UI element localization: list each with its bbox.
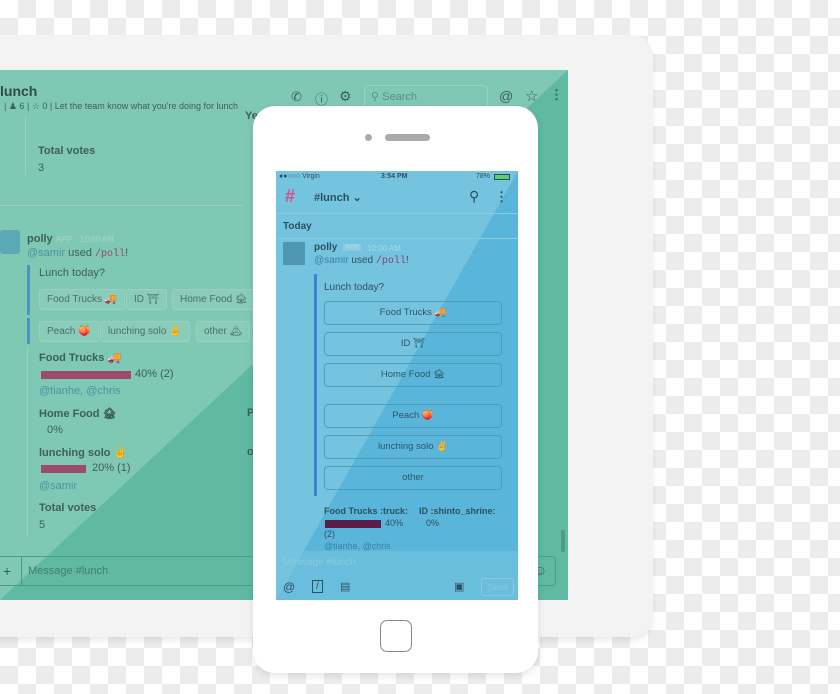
option-button[interactable]: Home Food 🏚 (172, 289, 256, 310)
camera-dot (365, 134, 372, 141)
result-percent: 0% (426, 518, 440, 528)
option-button[interactable]: lunching solo ✌ (324, 435, 502, 459)
option-button[interactable]: Food Trucks 🚚 (39, 289, 126, 310)
mention-icon[interactable]: @ (499, 88, 513, 104)
result-percent: 40% (2) (135, 368, 174, 380)
scrollbar[interactable] (561, 530, 565, 552)
timestamp: 10:00 AM (367, 244, 401, 253)
result-percent: 40% (385, 518, 404, 528)
message-bang: ! (125, 247, 129, 259)
battery-percent: 78% (476, 173, 491, 180)
result-label: ID :shinto_shrine: (419, 506, 496, 516)
result-voters: @tianhe, @chris (39, 385, 121, 397)
status-time: 3:54 PM (381, 173, 408, 180)
message-used: used (351, 255, 374, 266)
option-button[interactable]: Peach 🍑 (324, 404, 502, 428)
mention-icon[interactable]: @ (283, 580, 295, 594)
home-button[interactable] (380, 620, 412, 652)
result-bar (325, 520, 381, 528)
photo-icon[interactable]: ▣ (454, 580, 464, 593)
result-count: (2) (324, 529, 335, 539)
attachment-bar (25, 115, 26, 175)
slack-logo-icon[interactable]: # (285, 186, 295, 207)
result-label: Food Trucks 🚚 (39, 352, 122, 364)
composer-placeholder: Message #lunch (28, 565, 109, 577)
channel-topic: Let the team know what you're doing for … (54, 101, 239, 111)
result-voters: @samir (39, 480, 78, 492)
phone-call-icon[interactable]: ✆ (291, 89, 302, 105)
avatar[interactable] (283, 242, 305, 265)
attachment-bar (314, 274, 317, 496)
channel-title: lunch (0, 83, 38, 99)
more-icon[interactable]: ⋮ (495, 189, 508, 205)
speaker-grille (385, 134, 430, 141)
option-button[interactable]: lunching solo ✌ (100, 321, 190, 342)
option-button[interactable]: Food Trucks 🚚 (324, 301, 502, 325)
total-votes-label: Total votes (38, 145, 96, 157)
member-count: 6 (19, 101, 25, 111)
avatar[interactable] (0, 230, 20, 254)
poll-question: Lunch today? (39, 267, 106, 279)
message-text: @samir used /poll! (27, 247, 128, 260)
phone-slack-screen: ●●○○○ Virgin 3:54 PM 78% # #lunch ⌄ ⚲ ⋮ … (276, 171, 518, 600)
divider (276, 213, 518, 214)
result-label: lunching solo ✌ (39, 447, 128, 459)
total-votes-value: 5 (39, 519, 46, 531)
channel-title[interactable]: #lunch ⌄ (314, 191, 362, 204)
option-button[interactable]: other (324, 466, 502, 490)
battery-icon (494, 174, 510, 180)
plus-icon[interactable]: + (3, 563, 11, 579)
message-bang: ! (405, 255, 409, 266)
divider (276, 238, 518, 239)
search-placeholder: Search (382, 91, 417, 103)
result-voters: @tianhe, @chris (324, 541, 391, 551)
command-code: /poll (375, 256, 406, 267)
option-button[interactable]: Peach 🍑 (39, 321, 99, 342)
attachment-bar (27, 265, 30, 315)
poll-question: Lunch today? (324, 282, 385, 293)
sender-name[interactable]: polly (314, 242, 337, 253)
app-badge: APP (56, 235, 73, 244)
gear-icon[interactable]: ⚙ (339, 88, 352, 105)
mention-link[interactable]: @samir (27, 247, 65, 259)
result-percent: 20% (1) (92, 462, 131, 474)
attachment-bar (27, 347, 28, 537)
more-icon[interactable]: ⋮ (550, 87, 563, 103)
search-icon[interactable]: ⚲ (469, 188, 479, 205)
message-text: @samir used /poll! (314, 255, 409, 267)
divider (21, 557, 22, 585)
option-button[interactable]: other 🏔 (196, 321, 251, 342)
result-bar (41, 371, 131, 379)
option-button[interactable]: Home Food 🏚 (324, 363, 502, 387)
send-button[interactable]: Send (481, 578, 514, 596)
day-separator: Today (283, 221, 312, 232)
total-votes-value: 3 (38, 162, 45, 174)
mention-link[interactable]: @samir (314, 255, 349, 266)
result-bar (41, 465, 86, 473)
channel-meta: | ♟ 6 | ☆ 0 | Let the team know what you… (4, 101, 239, 111)
star-icon[interactable]: ☆ (525, 87, 538, 105)
result-label: Food Trucks :truck: (324, 506, 409, 516)
result-percent: 0% (47, 424, 63, 436)
channel-name: #lunch (314, 192, 350, 204)
carrier: ●●○○○ Virgin (279, 173, 320, 180)
app-badge: APP (343, 244, 362, 251)
divider (0, 205, 243, 206)
pin-count: 0 (42, 101, 48, 111)
message-input[interactable]: Message #lunch (283, 557, 356, 568)
option-button[interactable]: ID ⛩ (126, 289, 168, 310)
search-icon: ⚲ (371, 91, 380, 103)
file-icon[interactable]: ▤ (340, 580, 350, 593)
timestamp: 10:00 AM (80, 235, 114, 244)
slash-command-icon[interactable]: / (312, 580, 323, 593)
result-label: Home Food 🏚 (39, 408, 117, 420)
option-button[interactable]: ID ⛩ (324, 332, 502, 356)
message-used: used (68, 247, 92, 259)
attachment-bar (27, 318, 30, 344)
total-votes-label: Total votes (39, 502, 97, 514)
sender-name[interactable]: polly (27, 233, 53, 245)
command-code: /poll (95, 249, 126, 260)
